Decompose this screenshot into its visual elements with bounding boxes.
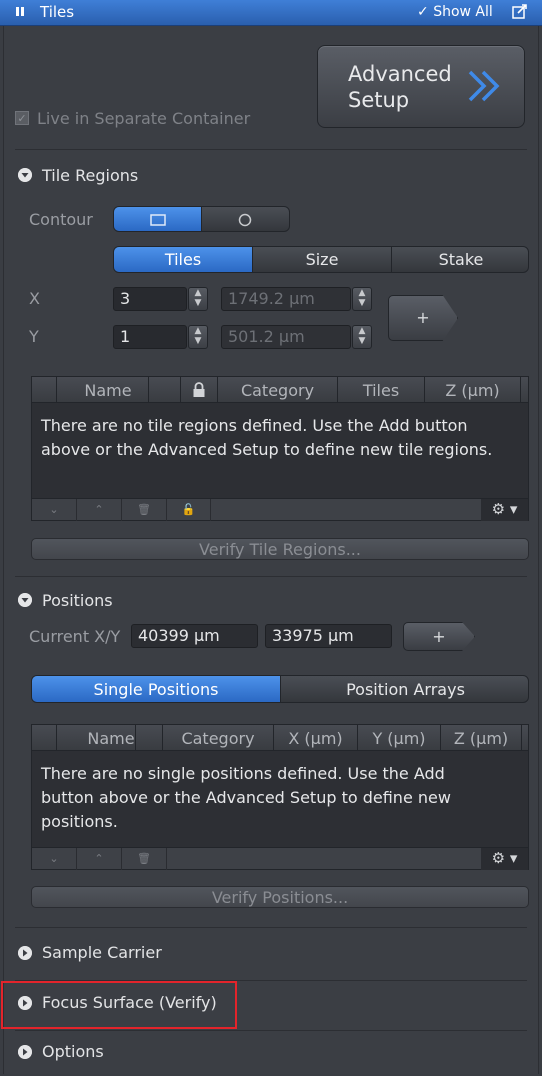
column-z[interactable]: Z (µm) <box>441 729 521 748</box>
expand-icon <box>18 946 32 960</box>
double-chevron-right-icon <box>468 70 500 102</box>
column-name[interactable]: Name <box>57 729 165 748</box>
add-position-button[interactable]: + <box>403 622 475 651</box>
empty-table-message: There are no tile regions defined. Use t… <box>41 416 493 459</box>
tile-count-x-input[interactable]: 3 <box>113 287 187 311</box>
live-separate-container-label: Live in Separate Container <box>37 109 251 128</box>
positions-table: Name Category X (µm) Y (µm) Z (µm) There… <box>31 724 529 870</box>
column-x[interactable]: X (µm) <box>274 729 357 748</box>
show-all-toggle[interactable]: ✓ Show All <box>417 4 493 20</box>
tool-window-titlebar: Tiles ✓ Show All <box>0 0 542 26</box>
column-y[interactable]: Y (µm) <box>358 729 440 748</box>
tile-regions-section-header[interactable]: Tile Regions <box>15 165 215 189</box>
tile-mode-tabs: Tiles Size Stake <box>113 246 529 273</box>
verify-positions-button: Verify Positions... <box>31 886 529 908</box>
current-xy-label: Current X/Y <box>29 627 121 646</box>
column-divider <box>135 725 136 751</box>
tile-size-y-spinner: ▲ ▼ <box>352 325 372 349</box>
tile-size-x-field: 1749.2 µm <box>221 287 351 311</box>
tab-single-positions[interactable]: Single Positions <box>32 676 280 702</box>
tile-count-y-spinner[interactable]: ▲ ▼ <box>188 325 208 349</box>
divider <box>15 149 527 150</box>
sample-carrier-section-header[interactable]: Sample Carrier <box>15 942 265 966</box>
column-z[interactable]: Z (µm) <box>425 381 520 400</box>
verify-tile-regions-button: Verify Tile Regions... <box>31 538 529 560</box>
divider <box>15 1030 527 1031</box>
tab-tiles[interactable]: Tiles <box>114 247 252 272</box>
lock-icon[interactable] <box>192 382 206 398</box>
table-header: Name Category X (µm) Y (µm) Z (µm) <box>32 725 528 751</box>
contour-label: Contour <box>29 210 93 229</box>
chevron-up-icon[interactable]: ⌃ <box>77 848 122 870</box>
advanced-setup-button[interactable]: Advanced Setup <box>317 45 525 128</box>
live-separate-container-checkbox[interactable]: ✓ <box>15 111 29 125</box>
column-name[interactable]: Name <box>57 381 159 400</box>
empty-table-message: There are no single positions defined. U… <box>41 764 451 831</box>
tab-stake[interactable]: Stake <box>392 247 528 272</box>
tile-count-x-spinner[interactable]: ▲ ▼ <box>188 287 208 311</box>
contour-rectangle-option[interactable] <box>114 207 201 231</box>
collapse-icon <box>18 593 32 607</box>
column-divider <box>180 377 181 403</box>
current-x-field: 40399 µm <box>131 624 258 648</box>
gear-menu-icon[interactable]: ⚙ ▾ <box>481 499 528 521</box>
rectangle-icon <box>150 214 166 226</box>
trash-icon[interactable]: 🗑 <box>122 848 167 870</box>
chevron-down-icon[interactable]: ⌄ <box>32 499 77 521</box>
gear-menu-icon[interactable]: ⚙ ▾ <box>481 848 528 870</box>
column-tiles[interactable]: Tiles <box>338 381 424 400</box>
grip-icon[interactable] <box>16 6 30 18</box>
column-category[interactable]: Category <box>218 381 337 400</box>
x-label: X <box>29 289 40 308</box>
table-toolbar: ⌄ ⌃ 🗑 ⚙ ▾ <box>32 847 528 870</box>
tile-count-y-input[interactable]: 1 <box>113 325 187 349</box>
y-label: Y <box>29 327 39 346</box>
column-category[interactable]: Category <box>163 729 273 748</box>
unlock-icon[interactable]: 🔓 <box>167 499 211 521</box>
divider <box>15 576 527 577</box>
undock-icon[interactable] <box>512 4 528 20</box>
tab-size[interactable]: Size <box>253 247 391 272</box>
window-title: Tiles <box>40 3 75 21</box>
tile-regions-label: Tile Regions <box>42 166 139 185</box>
circle-icon <box>238 213 252 227</box>
chevron-down-icon[interactable]: ⌄ <box>32 848 77 870</box>
expand-icon <box>18 1045 32 1059</box>
current-y-field: 33975 µm <box>265 624 392 648</box>
highlight-box <box>1 981 237 1029</box>
collapse-icon <box>18 168 32 182</box>
options-section-header[interactable]: Options <box>15 1041 265 1065</box>
position-mode-tabs: Single Positions Position Arrays <box>31 675 529 703</box>
tab-position-arrays[interactable]: Position Arrays <box>281 676 528 702</box>
positions-label: Positions <box>42 591 113 610</box>
trash-icon[interactable]: 🗑 <box>122 499 167 521</box>
column-divider <box>148 377 149 403</box>
tile-size-y-field: 501.2 µm <box>221 325 351 349</box>
tile-size-x-spinner: ▲ ▼ <box>352 287 372 311</box>
show-all-label: Show All <box>433 4 493 20</box>
table-header: Name Category Tiles Z (µm) <box>32 377 528 403</box>
chevron-up-icon[interactable]: ⌃ <box>77 499 122 521</box>
table-toolbar: ⌄ ⌃ 🗑 🔓 ⚙ ▾ <box>32 498 528 521</box>
advanced-setup-label: Advanced Setup <box>348 62 452 112</box>
contour-selector <box>113 206 290 232</box>
column-divider <box>521 725 522 751</box>
column-divider <box>520 377 521 403</box>
divider <box>15 927 527 928</box>
positions-section-header[interactable]: Positions <box>15 590 215 614</box>
options-label: Options <box>42 1042 104 1061</box>
tile-regions-table: Name Category Tiles Z (µm) There are no … <box>31 376 529 521</box>
sample-carrier-label: Sample Carrier <box>42 943 162 962</box>
contour-circle-option[interactable] <box>202 207 289 231</box>
